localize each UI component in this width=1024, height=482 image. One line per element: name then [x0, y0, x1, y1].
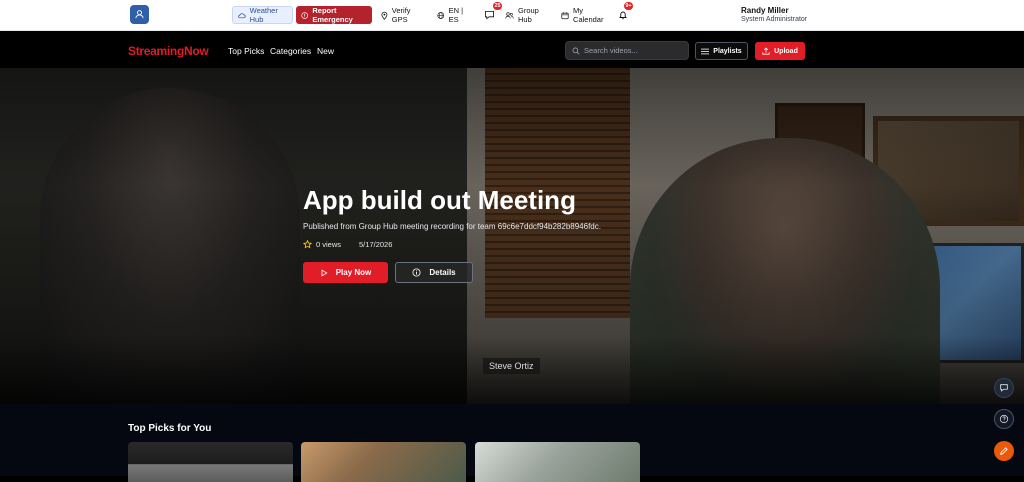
hero-title: App build out Meeting: [303, 185, 576, 215]
help-fab-button[interactable]: [994, 409, 1014, 429]
nav-link-top-picks[interactable]: Top Picks: [228, 46, 264, 56]
language-label: EN | ES: [448, 6, 464, 24]
user-role: System Administrator: [741, 16, 808, 23]
calendar-icon: [561, 11, 569, 19]
play-now-label: Play Now: [335, 268, 372, 277]
search-box[interactable]: [565, 41, 689, 60]
verify-gps-button[interactable]: Verify GPS: [376, 6, 428, 24]
upload-label: Upload: [774, 47, 798, 55]
hero-description: Published from Group Hub meeting recordi…: [303, 222, 601, 231]
video-card[interactable]: [475, 442, 640, 482]
globe-icon: [437, 11, 445, 19]
video-card[interactable]: [301, 442, 466, 482]
cloud-icon: [238, 12, 246, 18]
user-name[interactable]: Randy Miller: [741, 6, 789, 15]
upload-button[interactable]: Upload: [755, 42, 805, 60]
hero-meta: 0 views 5/17/2026: [303, 240, 392, 249]
play-icon: [321, 269, 328, 276]
star-icon: [303, 240, 312, 249]
hero-date: 5/17/2026: [359, 240, 393, 249]
section-title: Top Picks for You: [128, 423, 212, 434]
list-icon: [701, 48, 710, 54]
details-button[interactable]: Details: [395, 262, 473, 283]
verify-gps-label: Verify GPS: [391, 6, 411, 24]
nav-link-categories[interactable]: Categories: [270, 46, 311, 56]
group-hub-button[interactable]: Group Hub: [500, 6, 556, 24]
language-toggle[interactable]: EN | ES: [432, 6, 476, 24]
notifications-button[interactable]: 9+: [618, 2, 633, 24]
users-icon: [505, 11, 514, 19]
report-emergency-label: Report Emergency: [312, 6, 353, 24]
hero-overlay: [0, 68, 1024, 404]
play-now-button[interactable]: Play Now: [303, 262, 388, 283]
chat-fab-button[interactable]: [994, 378, 1014, 398]
hero-banner: Steve Ortiz: [0, 68, 1024, 404]
weather-hub-button[interactable]: Weather Hub: [232, 6, 293, 24]
app-logo[interactable]: [130, 5, 149, 24]
info-icon: [412, 268, 421, 277]
nav-link-new[interactable]: New: [317, 46, 334, 56]
app-topbar: Weather Hub Report Emergency Verify GPS …: [0, 0, 1024, 31]
playlists-button[interactable]: Playlists: [695, 42, 748, 60]
logo-icon: [135, 10, 144, 19]
chat-icon: [1000, 384, 1008, 392]
participant-name-tag: Steve Ortiz: [483, 358, 540, 374]
report-emergency-button[interactable]: Report Emergency: [296, 6, 372, 24]
notifications-badge: 9+: [624, 2, 633, 10]
help-icon: [999, 414, 1009, 424]
bell-icon: [619, 11, 627, 20]
message-icon: [485, 10, 494, 20]
playlists-label: Playlists: [713, 47, 742, 55]
group-hub-label: Group Hub: [518, 6, 539, 24]
edit-fab-button[interactable]: [994, 441, 1014, 461]
brand-logo[interactable]: StreamingNow: [128, 44, 209, 58]
search-icon: [572, 47, 580, 54]
alert-icon: [301, 11, 308, 19]
search-input[interactable]: [584, 46, 684, 55]
my-calendar-label: My Calendar: [573, 6, 604, 24]
video-card[interactable]: [128, 442, 293, 482]
hero-views: 0 views: [316, 240, 342, 249]
pencil-icon: [1000, 447, 1008, 455]
details-label: Details: [429, 268, 456, 277]
messages-button[interactable]: 25: [484, 2, 502, 24]
weather-hub-label: Weather Hub: [249, 6, 278, 24]
map-pin-icon: [381, 11, 388, 20]
upload-icon: [762, 47, 770, 55]
my-calendar-button[interactable]: My Calendar: [556, 6, 616, 24]
